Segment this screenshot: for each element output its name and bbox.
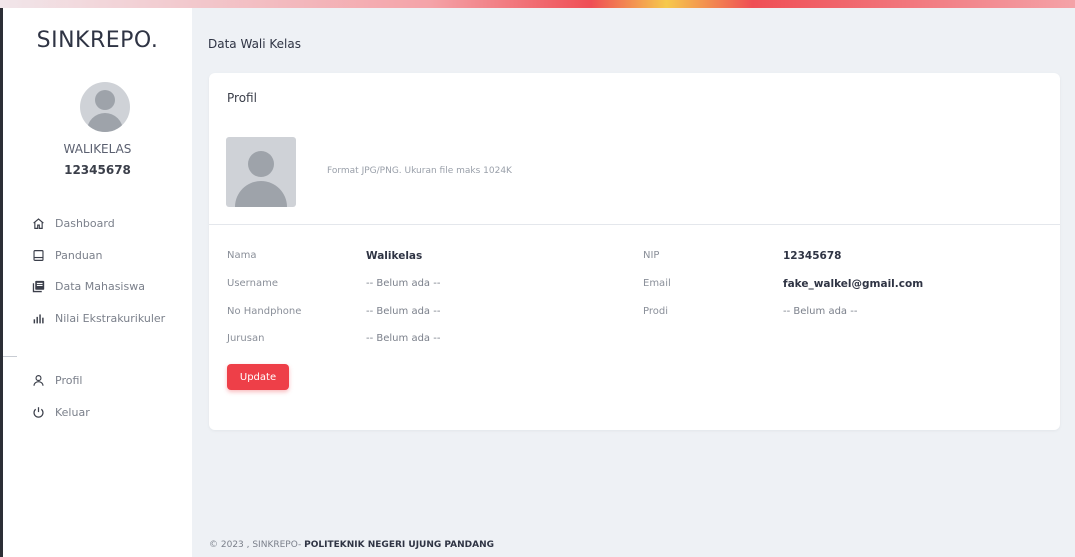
jurusan-label: Jurusan xyxy=(227,333,265,344)
brand-logo[interactable]: SINKREPO. xyxy=(3,28,192,53)
nama-value: Walikelas xyxy=(366,250,423,262)
photo-hint: Format JPG/PNG. Ukuran file maks 1024K xyxy=(327,166,512,176)
prodi-label: Prodi xyxy=(643,306,668,317)
sidebar-item-label: Dashboard xyxy=(55,217,115,231)
username-label: Username xyxy=(227,278,278,289)
nip-value: 12345678 xyxy=(783,250,842,262)
sidebar-item-keluar[interactable]: Keluar xyxy=(3,397,192,429)
card-divider xyxy=(209,224,1060,225)
nama-label: Nama xyxy=(227,250,257,261)
sidebar: SINKREPO. WALIKELAS 12345678 Dashboard P… xyxy=(3,8,192,557)
sidebar-item-nilai-ekstrakurikuler[interactable]: Nilai Ekstrakurikuler xyxy=(3,303,192,335)
avatar xyxy=(80,82,130,132)
footer: © 2023 , SINKREPO- POLITEKNIK NEGERI UJU… xyxy=(209,540,494,550)
footer-copyright: © 2023 , SINKREPO- xyxy=(209,540,305,550)
sidebar-item-label: Nilai Ekstrakurikuler xyxy=(55,311,166,325)
prodi-value: -- Belum ada -- xyxy=(783,306,858,317)
home-icon xyxy=(31,217,45,231)
email-value: fake_walkel@gmail.com xyxy=(783,278,924,290)
top-banner xyxy=(0,0,1075,8)
book-icon xyxy=(31,248,45,262)
sidebar-item-label: Profil xyxy=(55,374,83,388)
page-title: Data Wali Kelas xyxy=(208,37,301,51)
hp-value: -- Belum ada -- xyxy=(366,306,441,317)
username-value: -- Belum ada -- xyxy=(366,278,441,289)
card-title: Profil xyxy=(227,91,257,105)
menu-divider xyxy=(3,356,17,357)
email-label: Email xyxy=(643,278,671,289)
user-id: 12345678 xyxy=(64,163,131,177)
user-name: WALIKELAS xyxy=(63,142,132,156)
bar-chart-icon xyxy=(31,311,45,325)
sidebar-item-label: Keluar xyxy=(55,405,90,419)
user-icon xyxy=(31,374,45,388)
users-list-icon xyxy=(31,280,45,294)
sidebar-item-data-mahasiswa[interactable]: Data Mahasiswa xyxy=(3,271,192,303)
update-button[interactable]: Update xyxy=(227,364,289,390)
sidebar-item-dashboard[interactable]: Dashboard xyxy=(3,208,192,240)
main-menu: Dashboard Panduan Data Mahasiswa Nilai E… xyxy=(3,208,192,334)
sidebar-item-profil[interactable]: Profil xyxy=(3,365,192,397)
sidebar-item-label: Data Mahasiswa xyxy=(55,280,145,294)
sidebar-item-panduan[interactable]: Panduan xyxy=(3,240,192,272)
power-icon xyxy=(31,405,45,419)
hp-label: No Handphone xyxy=(227,306,302,317)
profile-photo[interactable] xyxy=(226,137,296,207)
footer-org: POLITEKNIK NEGERI UJUNG PANDANG xyxy=(304,540,495,550)
profile-card: Profil Format JPG/PNG. Ukuran file maks … xyxy=(209,73,1060,430)
nip-label: NIP xyxy=(643,250,660,261)
account-menu: Profil Keluar xyxy=(3,365,192,428)
sidebar-item-label: Panduan xyxy=(55,248,103,262)
jurusan-value: -- Belum ada -- xyxy=(366,333,441,344)
